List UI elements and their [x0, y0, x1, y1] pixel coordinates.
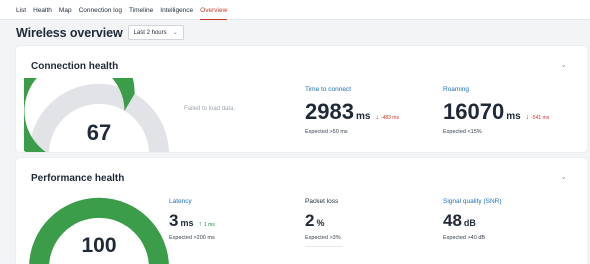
roaming-unit: ms: [506, 111, 521, 122]
signal-quality-value: 48: [443, 211, 462, 230]
roaming-metric: Roaming 16070 ms ↓ -541 ms Expected <15%: [443, 86, 549, 135]
time-to-connect-metric: Time to connect 2983 ms ↓ -483 ms Expecte…: [305, 86, 399, 135]
packet-loss-expected: Expected >3%: [305, 235, 341, 241]
time-range-select[interactable]: Last 2 hours ⌄: [127, 25, 184, 40]
arrow-up-icon: ↑: [198, 221, 202, 228]
tab-overview[interactable]: Overview: [200, 0, 228, 20]
performance-health-card: Performance health ⌄ 100 Latency 3 ms ↑ 1…: [16, 158, 587, 264]
packet-loss-label[interactable]: Packet loss: [305, 198, 343, 205]
performance-health-title: Performance health: [31, 173, 125, 184]
page-header: Wireless overview Last 2 hours ⌄: [16, 25, 184, 40]
packet-loss-underline: [305, 246, 343, 247]
packet-loss-metric: Packet loss 2 % Expected >3%: [305, 198, 343, 247]
roaming-delta: ↓ -541 ms: [525, 114, 550, 121]
fail-message: Failed to load data.: [184, 106, 236, 112]
chevron-down-icon: ⌄: [172, 30, 178, 36]
connection-health-gauge: 67: [16, 46, 174, 152]
page-title: Wireless overview: [16, 25, 123, 40]
tab-health[interactable]: Health: [33, 0, 52, 20]
time-to-connect-value: 2983: [305, 99, 354, 124]
signal-quality-label[interactable]: Signal quality (SNR): [443, 198, 502, 205]
connection-health-title: Connection health: [31, 61, 119, 72]
latency-value: 3: [169, 211, 179, 230]
tab-intelligence[interactable]: Intelligence: [160, 0, 193, 20]
time-to-connect-expected: Expected >50 ms: [305, 129, 348, 135]
time-to-connect-unit: ms: [355, 111, 371, 122]
signal-quality-metric: Signal quality (SNR) 48 dB Expected >40 …: [443, 198, 502, 241]
tab-timeline[interactable]: Timeline: [129, 0, 153, 20]
roaming-value: 16070: [443, 99, 505, 124]
tab-map[interactable]: Map: [59, 0, 72, 20]
signal-quality-unit: dB: [463, 218, 476, 228]
latency-delta: ↑ 1 ms: [198, 221, 215, 228]
tab-bar: List Health Map Connection log Timeline …: [0, 0, 590, 20]
latency-expected: Expected >200 ms: [169, 235, 215, 241]
signal-quality-expected: Expected >40 dB: [443, 235, 486, 241]
collapse-chevron-down-icon[interactable]: ⌄: [560, 172, 567, 181]
packet-loss-value: 2: [305, 211, 315, 230]
arrow-down-icon: ↓: [375, 114, 379, 121]
roaming-label[interactable]: Roaming: [443, 86, 549, 93]
collapse-chevron-down-icon[interactable]: ⌄: [560, 60, 567, 69]
roaming-expected: Expected <15%: [443, 129, 482, 135]
time-range-value: Last 2 hours: [133, 29, 167, 36]
latency-unit: ms: [180, 218, 194, 228]
arrow-down-icon: ↓: [525, 114, 530, 121]
latency-label[interactable]: Latency: [169, 198, 215, 205]
packet-loss-unit: %: [316, 218, 325, 228]
time-to-connect-delta: ↓ -483 ms: [375, 114, 399, 121]
tab-connection-log[interactable]: Connection log: [79, 0, 122, 20]
performance-health-score: 100: [81, 234, 117, 257]
tab-list[interactable]: List: [16, 0, 26, 20]
time-to-connect-label[interactable]: Time to connect: [305, 86, 399, 93]
connection-health-score: 67: [86, 120, 112, 145]
latency-metric: Latency 3 ms ↑ 1 ms Expected >200 ms: [169, 198, 215, 241]
connection-health-card: Connection health ⌄ 67 Failed to load da…: [16, 46, 587, 152]
performance-health-gauge: 100: [24, 192, 174, 264]
